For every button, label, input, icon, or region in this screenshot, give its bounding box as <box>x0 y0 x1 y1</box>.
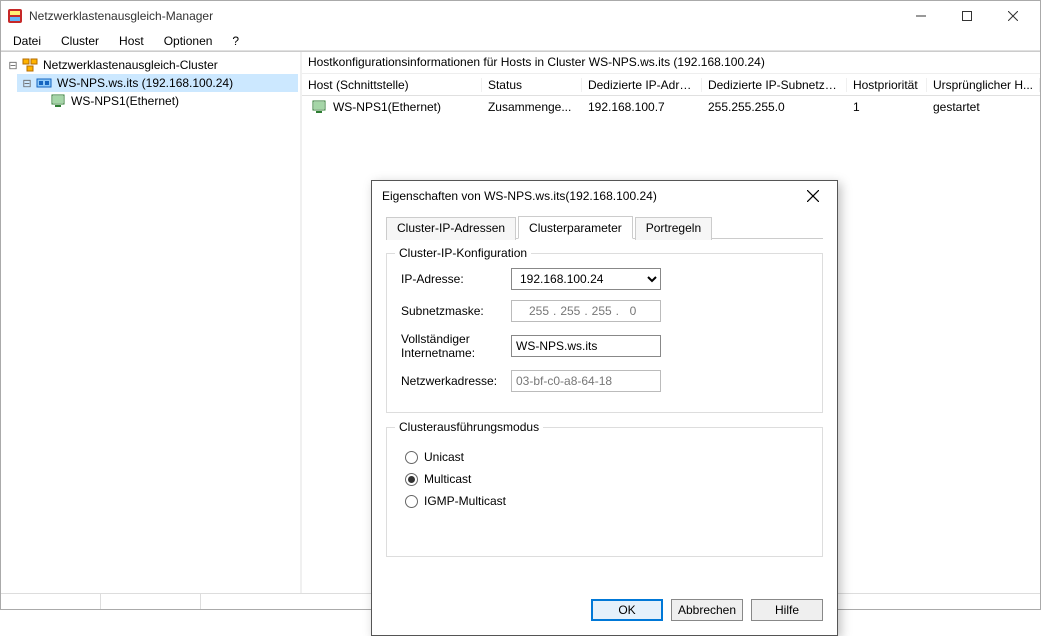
tree-pane: ⊟ Netzwerklastenausgleich-Cluster ⊟ WS-N… <box>1 52 302 593</box>
info-header: Hostkonfigurationsinformationen für Host… <box>302 52 1040 74</box>
radio-unicast-label: Unicast <box>424 450 464 464</box>
titlebar: Netzwerklastenausgleich-Manager <box>1 1 1040 31</box>
help-button[interactable]: Hilfe <box>751 599 823 621</box>
dialog-tabs: Cluster-IP-Adressen Clusterparameter Por… <box>386 215 823 239</box>
col-initial[interactable]: Ursprünglicher H... <box>927 78 1040 92</box>
ok-button[interactable]: OK <box>591 599 663 621</box>
close-button[interactable] <box>990 1 1036 31</box>
menu-host[interactable]: Host <box>111 32 152 50</box>
menu-cluster[interactable]: Cluster <box>53 32 107 50</box>
table-header: Host (Schnittstelle) Status Dedizierte I… <box>302 74 1040 96</box>
host-icon <box>50 93 66 109</box>
tree-host-label: WS-NPS1(Ethernet) <box>69 94 181 108</box>
tree-cluster-label: WS-NPS.ws.its (192.168.100.24) <box>55 76 235 90</box>
cluster-root-icon <box>22 57 38 73</box>
cell-host: WS-NPS1(Ethernet) <box>333 100 441 114</box>
tree-root-label: Netzwerklastenausgleich-Cluster <box>41 58 220 72</box>
cell-ip: 192.168.100.7 <box>582 100 702 114</box>
group-cluster-ip-config: Cluster-IP-Konfiguration IP-Adresse: 192… <box>386 253 823 413</box>
radio-igmp-label: IGMP-Multicast <box>424 494 506 508</box>
col-host[interactable]: Host (Schnittstelle) <box>302 78 482 92</box>
col-subnet[interactable]: Dedizierte IP-Subnetzma... <box>702 78 847 92</box>
cluster-icon <box>36 75 52 91</box>
collapse-icon[interactable]: ⊟ <box>21 77 33 90</box>
minimize-button[interactable] <box>898 1 944 31</box>
col-status[interactable]: Status <box>482 78 582 92</box>
menubar: Datei Cluster Host Optionen ? <box>1 31 1040 51</box>
window-title: Netzwerklastenausgleich-Manager <box>29 9 898 23</box>
menu-file[interactable]: Datei <box>5 32 49 50</box>
cell-status: Zusammenge... <box>482 100 582 114</box>
group-legend-mode: Clusterausführungsmodus <box>395 420 543 434</box>
radio-icon <box>405 495 418 508</box>
cancel-button[interactable]: Abbrechen <box>671 599 743 621</box>
col-priority[interactable]: Hostpriorität <box>847 78 927 92</box>
tree-cluster-node[interactable]: ⊟ WS-NPS.ws.its (192.168.100.24) <box>17 74 298 92</box>
radio-unicast[interactable]: Unicast <box>405 450 808 464</box>
collapse-icon[interactable]: ⊟ <box>7 59 19 72</box>
fqdn-input[interactable] <box>511 335 661 357</box>
radio-multicast-label: Multicast <box>424 472 471 486</box>
col-ip[interactable]: Dedizierte IP-Adresse <box>582 78 702 92</box>
radio-igmp-multicast[interactable]: IGMP-Multicast <box>405 494 808 508</box>
properties-dialog: Eigenschaften von WS-NPS.ws.its(192.168.… <box>371 180 838 636</box>
tree-root[interactable]: ⊟ Netzwerklastenausgleich-Cluster <box>3 56 298 74</box>
label-mac: Netzwerkadresse: <box>401 374 511 388</box>
menu-options[interactable]: Optionen <box>156 32 221 50</box>
app-icon <box>7 8 23 24</box>
group-legend-ipconfig: Cluster-IP-Konfiguration <box>395 246 531 260</box>
ip-address-select[interactable]: 192.168.100.24 <box>511 268 661 290</box>
cell-subnet: 255.255.255.0 <box>702 100 847 114</box>
radio-icon <box>405 473 418 486</box>
dialog-close-button[interactable] <box>799 182 827 210</box>
maximize-button[interactable] <box>944 1 990 31</box>
group-cluster-mode: Clusterausführungsmodus Unicast Multicas… <box>386 427 823 557</box>
menu-help[interactable]: ? <box>224 32 247 50</box>
tab-cluster-ip-addresses[interactable]: Cluster-IP-Adressen <box>386 217 516 240</box>
mac-address-field <box>511 370 661 392</box>
radio-icon <box>405 451 418 464</box>
host-icon <box>311 99 327 115</box>
label-fqdn: Vollständiger Internetname: <box>401 332 511 360</box>
tab-cluster-parameters[interactable]: Clusterparameter <box>518 216 633 239</box>
dialog-title: Eigenschaften von WS-NPS.ws.its(192.168.… <box>382 189 799 203</box>
radio-multicast[interactable]: Multicast <box>405 472 808 486</box>
tab-port-rules[interactable]: Portregeln <box>635 217 712 240</box>
cell-priority: 1 <box>847 100 927 114</box>
cell-initial: gestartet <box>927 100 1040 114</box>
table-row[interactable]: WS-NPS1(Ethernet) Zusammenge... 192.168.… <box>302 96 1040 118</box>
subnet-mask-field: 255. 255. 255. 0 <box>511 300 661 322</box>
tree-host-node[interactable]: WS-NPS1(Ethernet) <box>43 92 298 110</box>
label-subnet: Subnetzmaske: <box>401 304 511 318</box>
label-ip-address: IP-Adresse: <box>401 272 511 286</box>
